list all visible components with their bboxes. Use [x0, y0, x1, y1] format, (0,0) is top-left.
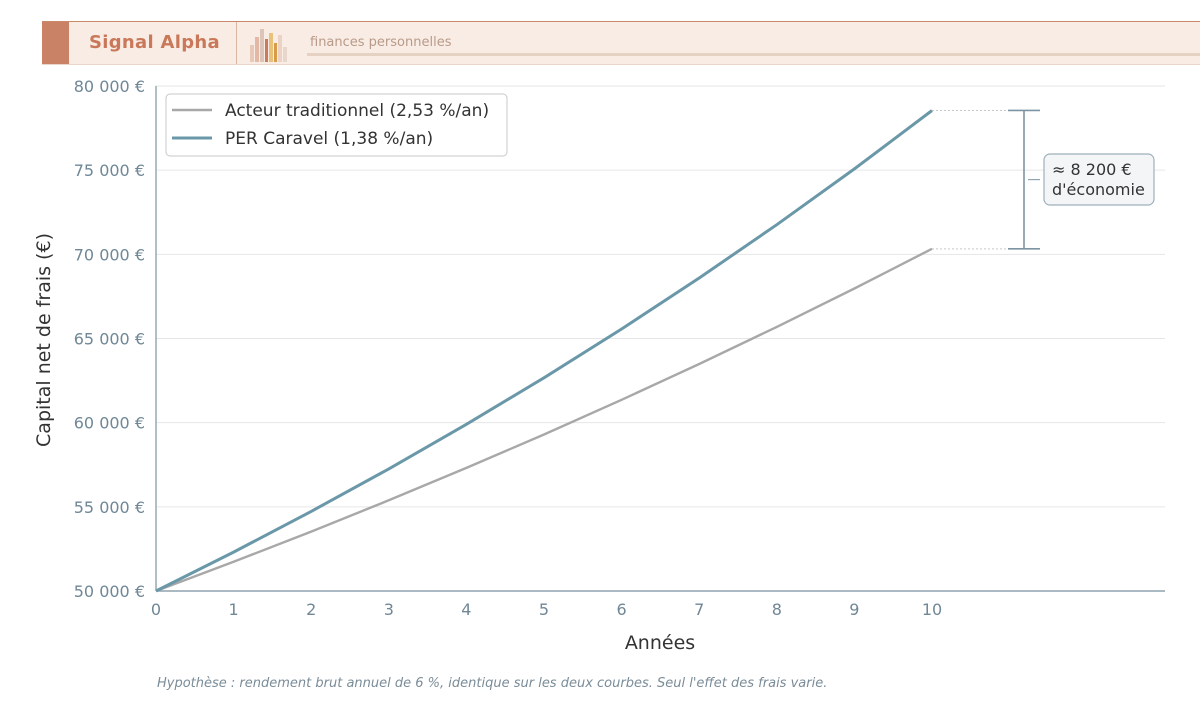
x-axis-label: Années [625, 632, 695, 654]
x-tick-label: 10 [922, 600, 942, 619]
x-tick-label: 2 [306, 600, 316, 619]
series-line [155, 109, 933, 593]
x-tick-label: 5 [539, 600, 549, 619]
annotation-line-2: d'économie [1052, 180, 1145, 199]
x-tick-label: 1 [229, 600, 239, 619]
x-tick-label: 7 [694, 600, 704, 619]
y-tick-label: 50 000 € [74, 582, 145, 601]
series-line [155, 247, 933, 593]
y-tick-label: 60 000 € [74, 414, 145, 433]
x-tick-label: 8 [772, 600, 782, 619]
annotation-line-1: ≈ 8 200 € [1052, 160, 1132, 179]
line-chart: 50 000 € 55 000 € 60 000 € 65 000 € 70 000 €… [33, 77, 1165, 654]
y-tick-label: 70 000 € [74, 245, 145, 264]
x-tick-label: 3 [384, 600, 394, 619]
x-tick-label: 9 [849, 600, 859, 619]
y-tick-label: 55 000 € [74, 498, 145, 517]
y-axis-label: Capital net de frais (€) [33, 233, 55, 447]
x-tick-label: 4 [461, 600, 471, 619]
y-tick-label: 80 000 € [74, 77, 145, 96]
x-tick-label: 0 [151, 600, 161, 619]
legend-label: PER Caravel (1,38 %/an) [225, 129, 433, 149]
footnote: Hypothèse : rendement brut annuel de 6 %… [157, 676, 828, 691]
y-tick-label: 75 000 € [74, 161, 145, 180]
y-tick-label: 65 000 € [74, 330, 145, 349]
legend-label: Acteur traditionnel (2,53 %/an) [225, 101, 489, 121]
x-tick-label: 6 [617, 600, 627, 619]
